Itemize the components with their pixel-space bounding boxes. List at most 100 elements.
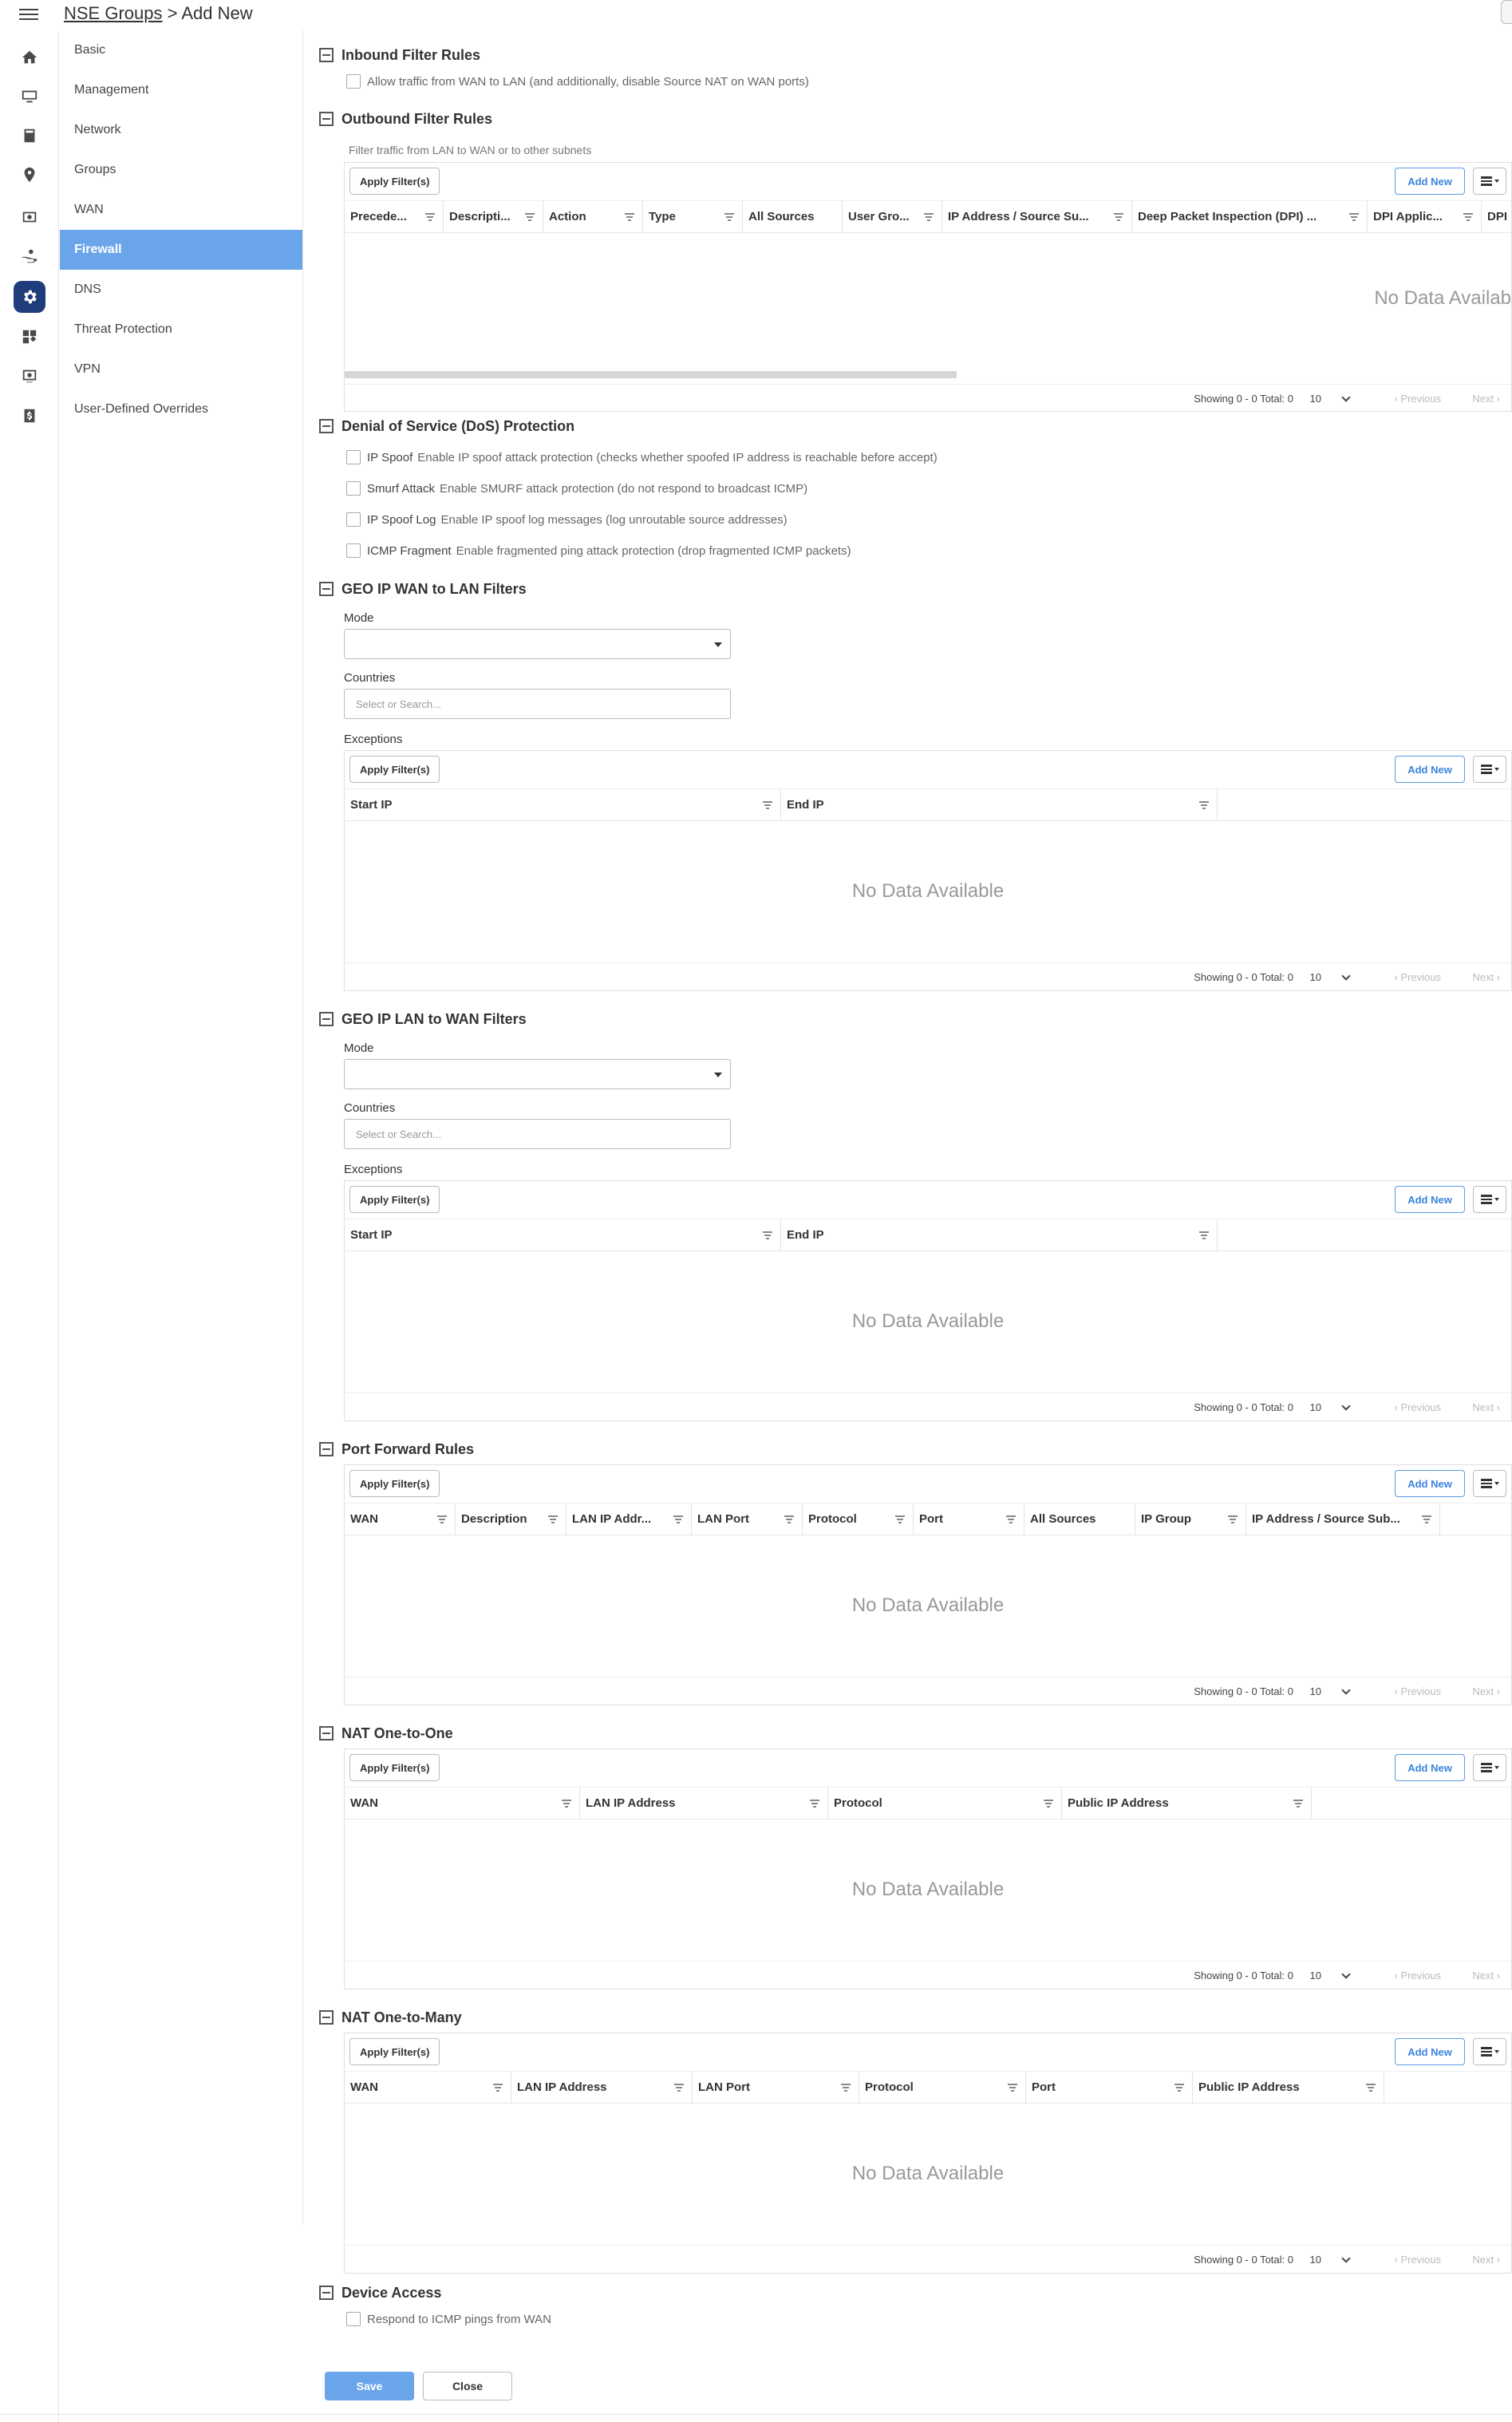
add-new-button[interactable]: Add New [1395, 168, 1465, 195]
column-header[interactable]: WAN [345, 1503, 456, 1535]
page-size-select[interactable]: 10 [1310, 1685, 1321, 1697]
add-new-button[interactable]: Add New [1395, 1186, 1465, 1213]
home-icon[interactable] [14, 41, 45, 73]
collapse-toggle-icon[interactable] [319, 419, 334, 433]
column-chooser-button[interactable] [1473, 756, 1506, 783]
column-header[interactable]: Public IP Address [1193, 2072, 1384, 2103]
page-size-select[interactable]: 10 [1310, 2254, 1321, 2266]
next-page-button[interactable]: Next › [1472, 393, 1500, 405]
chevron-down-icon[interactable] [1341, 1685, 1351, 1695]
filter-icon[interactable] [625, 213, 634, 221]
add-new-button[interactable]: Add New [1395, 756, 1465, 783]
subnav-item-vpn[interactable]: VPN [60, 350, 302, 389]
checkbox-respond-icmp[interactable]: Respond to ICMP pings from WAN [346, 2309, 551, 2329]
column-header[interactable]: Type [643, 201, 743, 232]
page-size-select[interactable]: 10 [1310, 393, 1321, 405]
filter-icon[interactable] [1199, 1231, 1209, 1239]
filter-icon[interactable] [895, 1515, 905, 1523]
checkbox-box[interactable] [346, 450, 361, 464]
monitor-icon[interactable] [14, 81, 45, 113]
column-header[interactable]: End IP [781, 789, 1218, 820]
apply-filters-button[interactable]: Apply Filter(s) [349, 2038, 440, 2065]
apply-filters-button[interactable]: Apply Filter(s) [349, 756, 440, 783]
column-chooser-button[interactable] [1473, 168, 1506, 195]
column-header[interactable]: All Sources [743, 201, 843, 232]
collapse-toggle-icon[interactable] [319, 2010, 334, 2025]
previous-page-button[interactable]: ‹ Previous [1394, 393, 1441, 405]
dollar-box-icon[interactable] [14, 400, 45, 432]
checkbox-box[interactable] [346, 2312, 361, 2326]
collapse-toggle-icon[interactable] [319, 582, 334, 596]
filter-icon[interactable] [810, 1800, 819, 1808]
previous-page-button[interactable]: ‹ Previous [1394, 1685, 1441, 1697]
filter-icon[interactable] [1044, 1800, 1053, 1808]
column-header[interactable]: Start IP [345, 789, 781, 820]
filter-icon[interactable] [924, 213, 934, 221]
apply-filters-button[interactable]: Apply Filter(s) [349, 168, 440, 195]
column-header[interactable]: Protocol [859, 2072, 1026, 2103]
column-header[interactable]: Deep Packet Inspection (DPI) ... [1132, 201, 1368, 232]
apply-filters-button[interactable]: Apply Filter(s) [349, 1470, 440, 1497]
previous-page-button[interactable]: ‹ Previous [1394, 971, 1441, 983]
hamburger-menu-icon[interactable] [19, 6, 38, 22]
collapse-toggle-icon[interactable] [319, 1012, 334, 1026]
column-header[interactable]: IP Group [1135, 1503, 1246, 1535]
next-page-button[interactable]: Next › [1472, 1401, 1500, 1413]
mode-select[interactable] [344, 1059, 731, 1089]
filter-icon[interactable] [437, 1515, 447, 1523]
filter-icon[interactable] [1422, 1515, 1431, 1523]
column-header[interactable]: Description [456, 1503, 567, 1535]
column-header[interactable]: DPI [1482, 201, 1511, 232]
add-new-button[interactable]: Add New [1395, 1470, 1465, 1497]
close-button[interactable]: Close [423, 2372, 512, 2400]
previous-page-button[interactable]: ‹ Previous [1394, 1970, 1441, 1981]
column-chooser-button[interactable] [1473, 2038, 1506, 2065]
column-header[interactable]: Port [1026, 2072, 1193, 2103]
breadcrumb-link-nse-groups[interactable]: NSE Groups [64, 3, 163, 23]
subnav-item-threat-protection[interactable]: Threat Protection [60, 310, 302, 350]
chevron-down-icon[interactable] [1341, 393, 1351, 402]
filter-icon[interactable] [1349, 213, 1359, 221]
checkbox-ip-spoof[interactable]: IP Spoof Enable IP spoof attack protecti… [346, 448, 938, 467]
column-header[interactable]: Start IP [345, 1219, 781, 1251]
filter-icon[interactable] [1006, 1515, 1016, 1523]
column-header[interactable]: Public IP Address [1062, 1788, 1312, 1819]
collapse-toggle-icon[interactable] [319, 1442, 334, 1456]
column-header[interactable]: LAN Port [692, 1503, 803, 1535]
subnav-item-groups[interactable]: Groups [60, 150, 302, 190]
filter-icon[interactable] [1293, 1800, 1303, 1808]
column-header[interactable]: End IP [781, 1219, 1218, 1251]
save-button[interactable]: Save [325, 2372, 414, 2400]
filter-icon[interactable] [763, 1231, 772, 1239]
collapse-toggle-icon[interactable] [319, 1726, 334, 1740]
checkbox-icmp-fragment[interactable]: ICMP Fragment Enable fragmented ping att… [346, 541, 851, 560]
apply-filters-button[interactable]: Apply Filter(s) [349, 1754, 440, 1781]
subnav-item-firewall[interactable]: Firewall [60, 230, 302, 270]
subnav-item-wan[interactable]: WAN [60, 190, 302, 230]
subnav-item-user-defined-overrides[interactable]: User-Defined Overrides [60, 389, 302, 429]
collapse-panel-button[interactable] [1501, 0, 1512, 24]
column-header[interactable]: Protocol [803, 1503, 914, 1535]
filter-icon[interactable] [525, 213, 535, 221]
add-new-button[interactable]: Add New [1395, 1754, 1465, 1781]
chevron-down-icon[interactable] [1341, 971, 1351, 981]
next-page-button[interactable]: Next › [1472, 2254, 1500, 2266]
mode-select[interactable] [344, 629, 731, 659]
widgets-icon[interactable] [14, 321, 45, 353]
location-pin-icon[interactable] [14, 159, 45, 191]
column-header[interactable]: LAN Port [693, 2072, 859, 2103]
filter-icon[interactable] [548, 1515, 558, 1523]
filter-icon[interactable] [1463, 213, 1473, 221]
page-size-select[interactable]: 10 [1310, 1401, 1321, 1413]
countries-input[interactable] [344, 1119, 731, 1149]
column-header[interactable]: Protocol [828, 1788, 1062, 1819]
filter-icon[interactable] [724, 213, 734, 221]
countries-input[interactable] [344, 689, 731, 719]
filter-icon[interactable] [1199, 801, 1209, 809]
add-new-button[interactable]: Add New [1395, 2038, 1465, 2065]
apply-filters-button[interactable]: Apply Filter(s) [349, 1186, 440, 1213]
checkbox-box[interactable] [346, 543, 361, 558]
column-header[interactable]: IP Address / Source Su... [942, 201, 1132, 232]
column-header[interactable]: LAN IP Address [511, 2072, 693, 2103]
filter-icon[interactable] [1174, 2084, 1184, 2092]
